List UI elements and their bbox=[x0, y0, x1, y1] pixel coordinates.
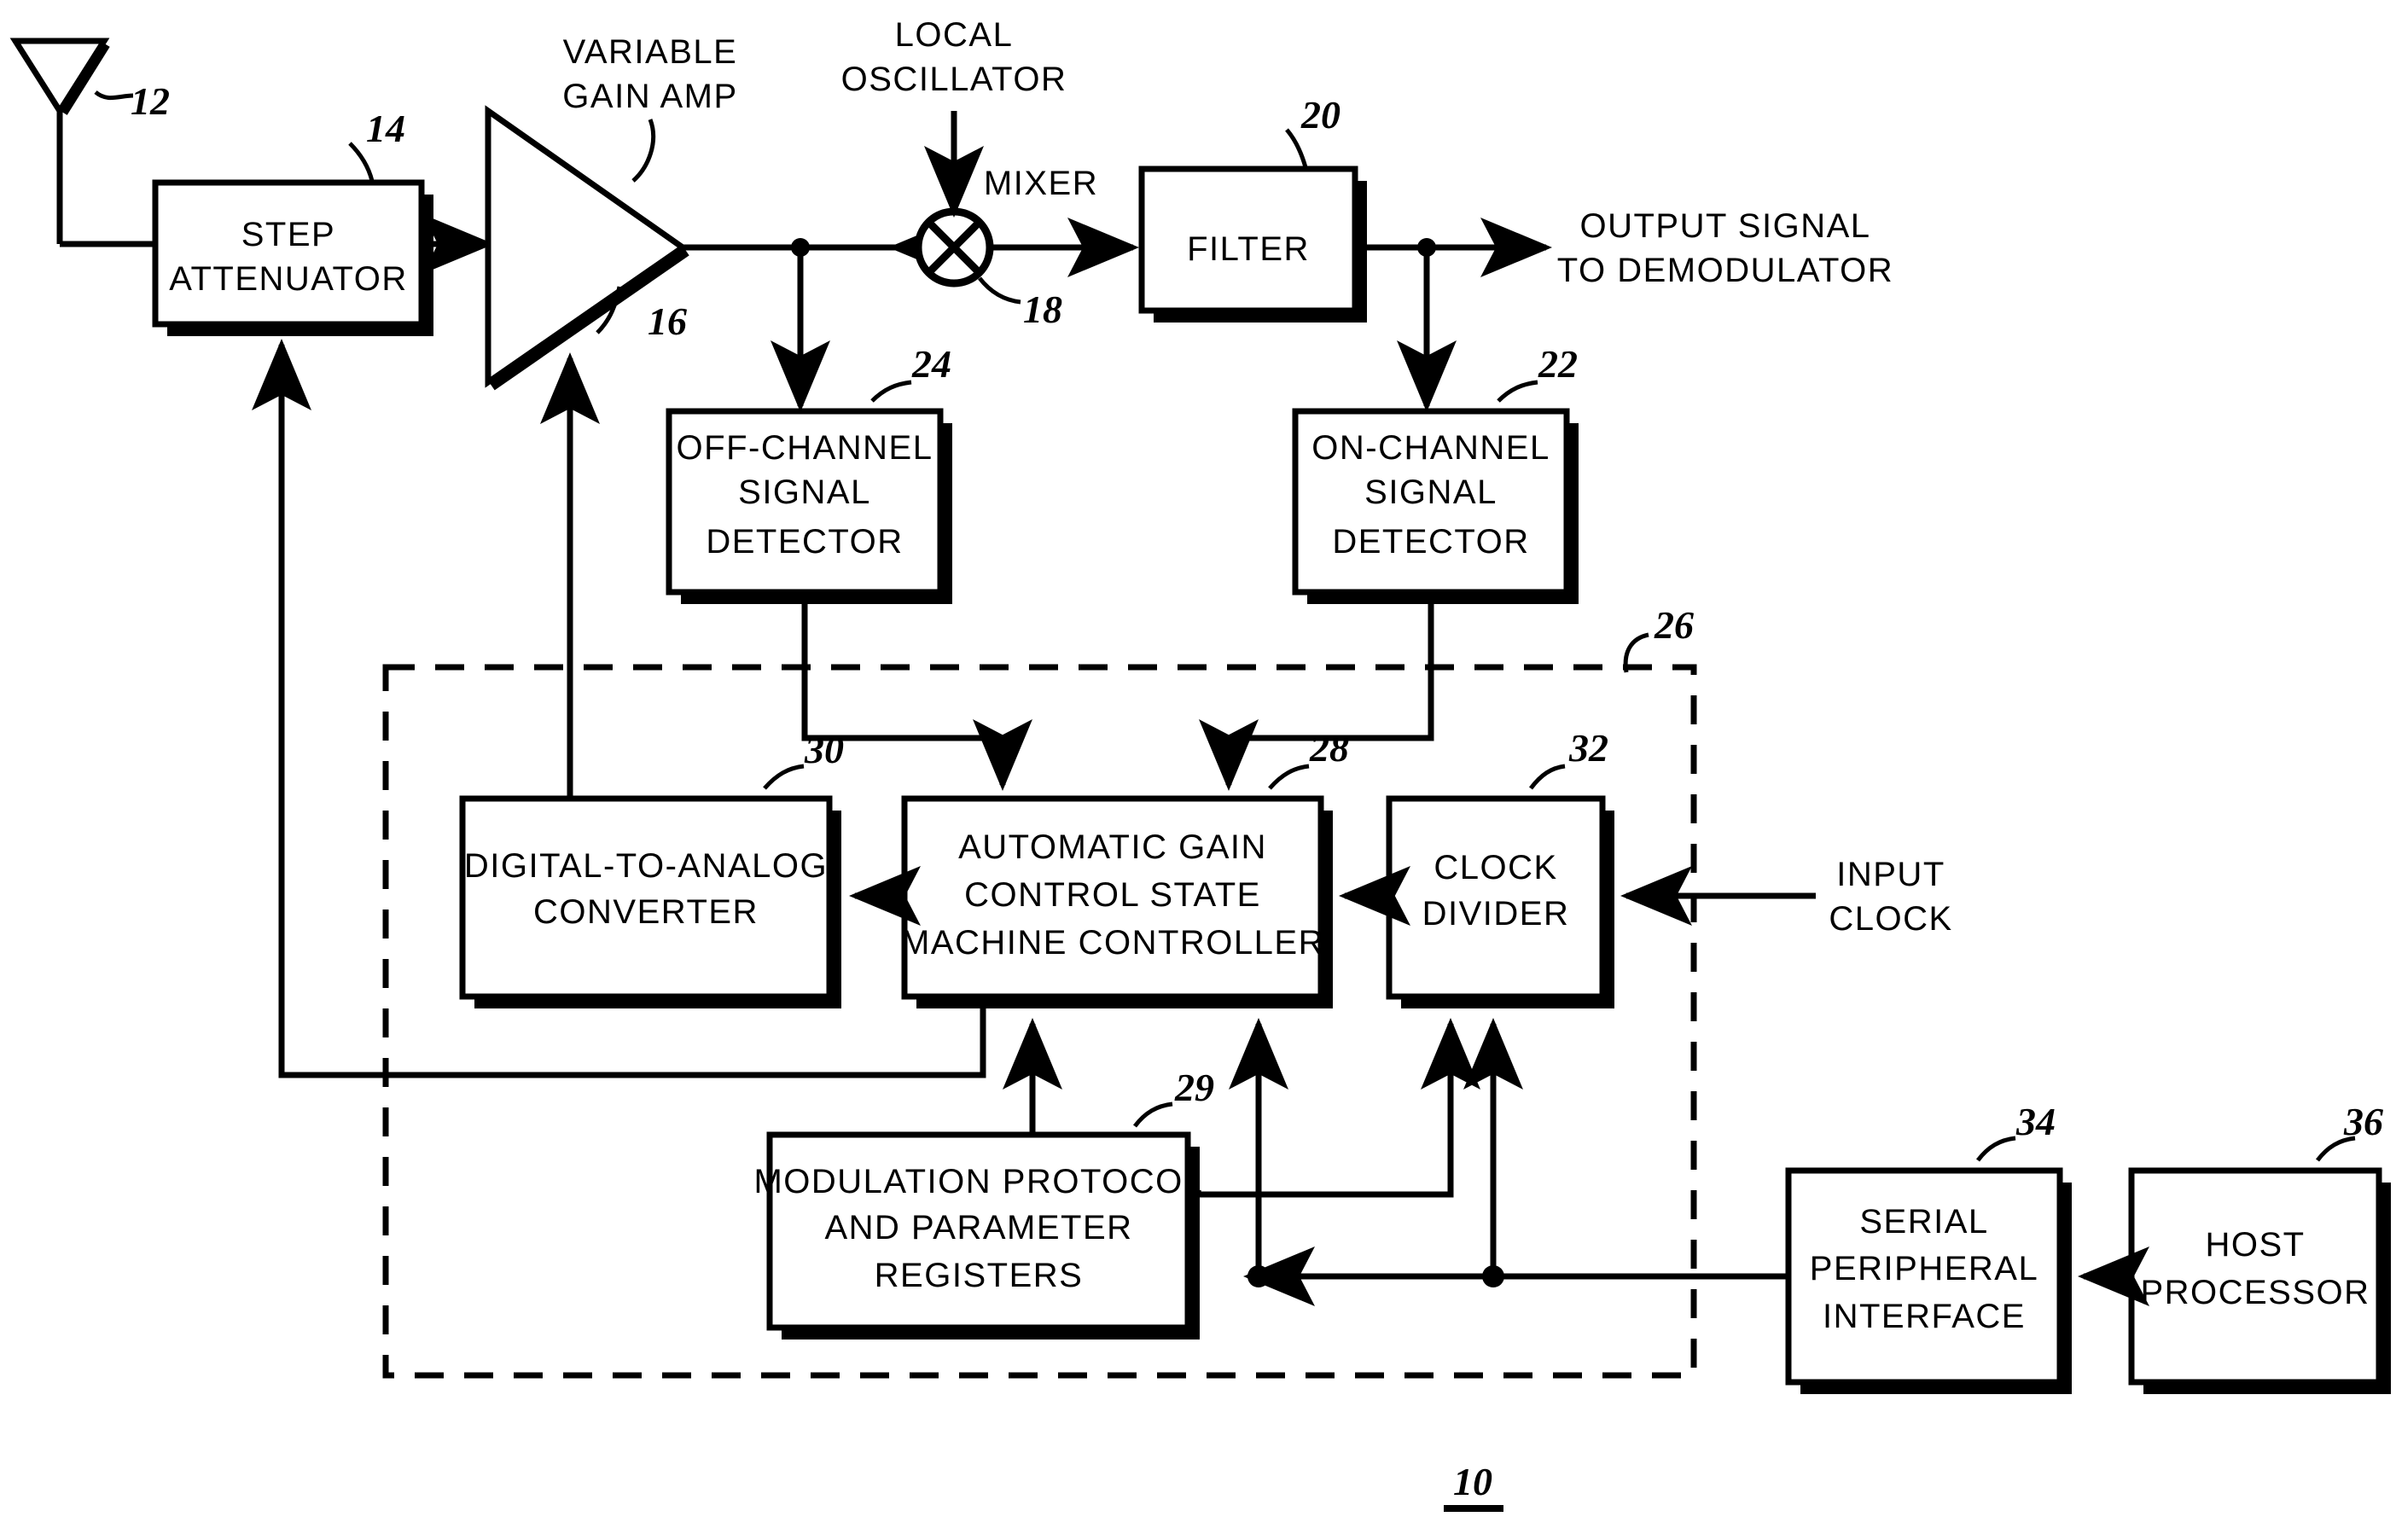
step-attenuator-line-2: ATTENUATOR bbox=[169, 260, 407, 298]
ref-leader-24 bbox=[870, 380, 912, 403]
host-processor-line-1: HOST bbox=[2205, 1226, 2305, 1264]
ref-leader-18 bbox=[978, 276, 1021, 305]
ref-20: 20 bbox=[1300, 93, 1340, 137]
spi-line-1: SERIAL bbox=[1859, 1203, 1988, 1241]
ref-29: 29 bbox=[1174, 1066, 1214, 1109]
ref-18: 18 bbox=[1023, 288, 1062, 331]
patent-figure: 12 STEP ATTENUATOR 14 VARIABLE GAIN AMP … bbox=[0, 0, 2396, 1540]
ref-leader-12 bbox=[94, 90, 134, 101]
block-clock-divider: CLOCK DIVIDER bbox=[1386, 795, 1614, 1008]
block-on-channel-detector: ON-CHANNEL SIGNAL DETECTOR bbox=[1292, 408, 1579, 604]
block-mod-registers: MODULATION PROTOCOL AND PARAMETER REGIST… bbox=[753, 1131, 1203, 1340]
ref-leader-30 bbox=[763, 764, 805, 790]
block-step-attenuator: STEP ATTENUATOR bbox=[152, 179, 433, 336]
mod-registers-line-1: MODULATION PROTOCOL bbox=[753, 1163, 1203, 1200]
agc-line-2: CONTROL STATE bbox=[964, 876, 1261, 914]
output-signal-line-1: OUTPUT SIGNAL bbox=[1579, 207, 1870, 245]
figure-number: 10 bbox=[1453, 1460, 1492, 1503]
off-channel-line-3: DETECTOR bbox=[706, 523, 903, 561]
off-channel-line-2: SIGNAL bbox=[738, 474, 871, 511]
spi-line-3: INTERFACE bbox=[1823, 1298, 2026, 1335]
ref-leader-16-curve bbox=[631, 119, 655, 183]
local-oscillator-line-1: LOCAL bbox=[895, 16, 1014, 54]
ref-14: 14 bbox=[366, 107, 405, 150]
ref-leader-32 bbox=[1529, 764, 1566, 790]
block-dac: DIGITAL-TO-ANALOG CONVERTER bbox=[459, 795, 841, 1008]
agc-line-3: MACHINE CONTROLLER bbox=[901, 924, 1324, 962]
ref-12: 12 bbox=[131, 79, 170, 123]
block-agc-controller: AUTOMATIC GAIN CONTROL STATE MACHINE CON… bbox=[901, 795, 1333, 1008]
mixer-label: MIXER bbox=[984, 165, 1098, 202]
on-channel-line-3: DETECTOR bbox=[1332, 523, 1529, 561]
clock-divider-line-2: DIVIDER bbox=[1422, 895, 1570, 933]
block-filter: FILTER bbox=[1138, 166, 1367, 323]
block-spi: SERIAL PERIPHERAL INTERFACE bbox=[1785, 1167, 2072, 1394]
ref-30: 30 bbox=[804, 728, 844, 771]
ref-22: 22 bbox=[1538, 342, 1578, 386]
mod-registers-line-2: AND PARAMETER bbox=[824, 1209, 1132, 1247]
spi-line-2: PERIPHERAL bbox=[1810, 1250, 2038, 1287]
ref-34: 34 bbox=[2015, 1100, 2056, 1143]
on-channel-line-1: ON-CHANNEL bbox=[1311, 429, 1550, 467]
dac-line-2: CONVERTER bbox=[533, 893, 759, 931]
filter-label: FILTER bbox=[1187, 230, 1310, 268]
ref-36: 36 bbox=[2343, 1100, 2383, 1143]
input-clock-line-2: CLOCK bbox=[1829, 900, 1952, 938]
step-attenuator-line-1: STEP bbox=[241, 216, 335, 253]
block-host-processor: HOST PROCESSOR bbox=[2128, 1167, 2391, 1394]
block-diagram-canvas: 12 STEP ATTENUATOR 14 VARIABLE GAIN AMP … bbox=[9, 16, 2391, 1512]
host-processor-line-2: PROCESSOR bbox=[2140, 1274, 2370, 1311]
vga-label-line-1: VARIABLE bbox=[563, 33, 738, 71]
vga-symbol bbox=[485, 105, 689, 391]
off-channel-line-1: OFF-CHANNEL bbox=[677, 429, 933, 467]
ref-24: 24 bbox=[911, 342, 951, 386]
ref-leader-29 bbox=[1133, 1101, 1173, 1128]
on-channel-line-2: SIGNAL bbox=[1364, 474, 1498, 511]
antenna-symbol bbox=[9, 38, 147, 247]
ref-32: 32 bbox=[1568, 726, 1608, 770]
block-off-channel-detector: OFF-CHANNEL SIGNAL DETECTOR bbox=[666, 408, 952, 604]
mixer-symbol bbox=[914, 207, 994, 288]
mod-registers-line-3: REGISTERS bbox=[875, 1257, 1084, 1294]
clock-divider-line-1: CLOCK bbox=[1434, 849, 1557, 886]
wire-registers-to-clock-divider bbox=[1188, 1018, 1480, 1198]
ref-leader-22 bbox=[1497, 380, 1538, 403]
ref-leader-34 bbox=[1976, 1136, 2016, 1162]
input-clock-line-1: INPUT bbox=[1836, 856, 1945, 893]
ref-16: 16 bbox=[648, 299, 687, 343]
vga-label-line-2: GAIN AMP bbox=[562, 78, 737, 115]
ref-28: 28 bbox=[1309, 726, 1349, 770]
local-oscillator-line-2: OSCILLATOR bbox=[841, 61, 1067, 98]
dac-line-1: DIGITAL-TO-ANALOG bbox=[464, 847, 828, 885]
ref-26: 26 bbox=[1654, 603, 1694, 647]
ref-leader-28 bbox=[1268, 764, 1310, 790]
output-signal-line-2: TO DEMODULATOR bbox=[1557, 252, 1893, 289]
box-step-attenuator bbox=[152, 179, 425, 328]
agc-line-1: AUTOMATIC GAIN bbox=[958, 828, 1267, 866]
